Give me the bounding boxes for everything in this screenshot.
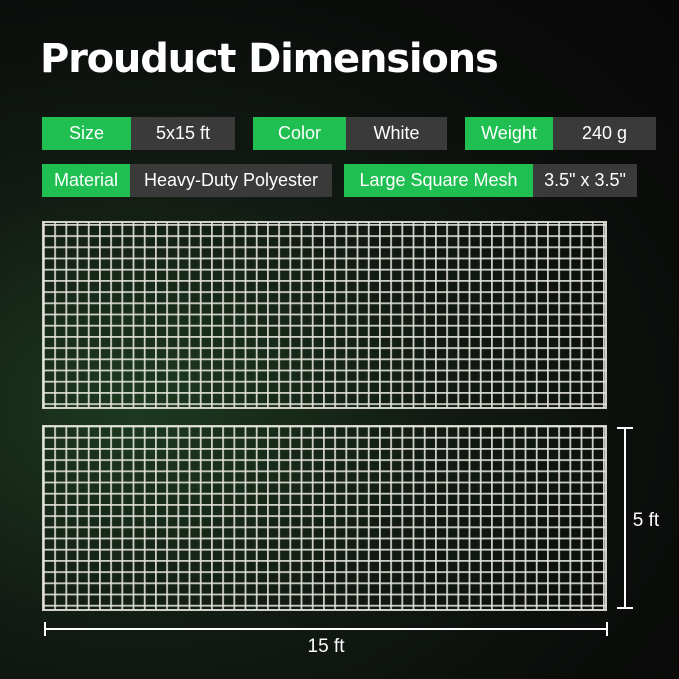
net-panel-bottom xyxy=(42,425,607,611)
length-dimension-line xyxy=(44,622,608,636)
net-illustration: 5 ft 15 ft xyxy=(42,221,660,657)
height-label: 5 ft xyxy=(633,510,660,531)
height-dimension-line xyxy=(617,427,633,609)
net-panel-top xyxy=(42,221,607,409)
product-dimensions-page: { "title": "Prouduct Dimensions", "specs… xyxy=(0,0,679,679)
length-label: 15 ft xyxy=(308,636,346,657)
